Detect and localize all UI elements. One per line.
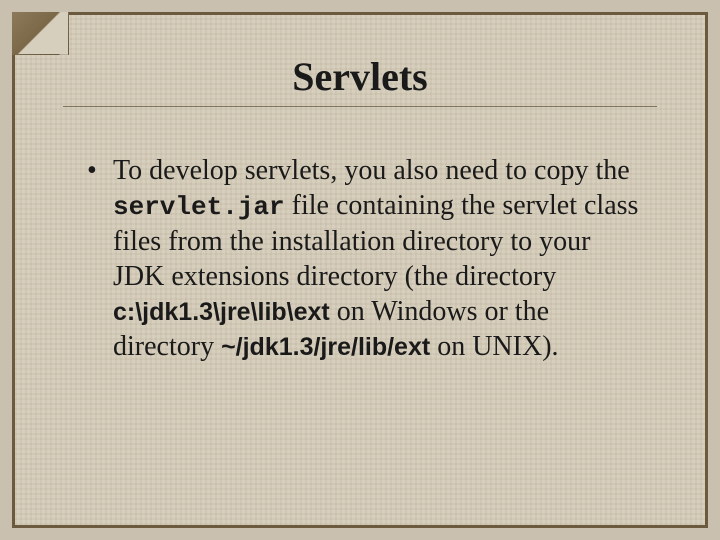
body-text: To develop servlets, you also need to co… xyxy=(113,155,630,186)
path-windows: c:\jdk1.3\jre\lib\ext xyxy=(113,298,330,326)
path-unix: ~/jdk1.3/jre/lib/ext xyxy=(221,333,430,361)
slide-inner: Servlets To develop servlets, you also n… xyxy=(12,12,708,528)
dogear-decoration xyxy=(12,12,69,55)
title-rule xyxy=(63,106,657,107)
slide: Servlets To develop servlets, you also n… xyxy=(0,0,720,540)
bullet-list: To develop servlets, you also need to co… xyxy=(63,153,657,364)
bullet-item: To develop servlets, you also need to co… xyxy=(87,153,647,364)
code-filename: servlet.jar xyxy=(113,192,285,222)
slide-title: Servlets xyxy=(63,53,657,100)
body-text: on UNIX). xyxy=(430,331,558,362)
